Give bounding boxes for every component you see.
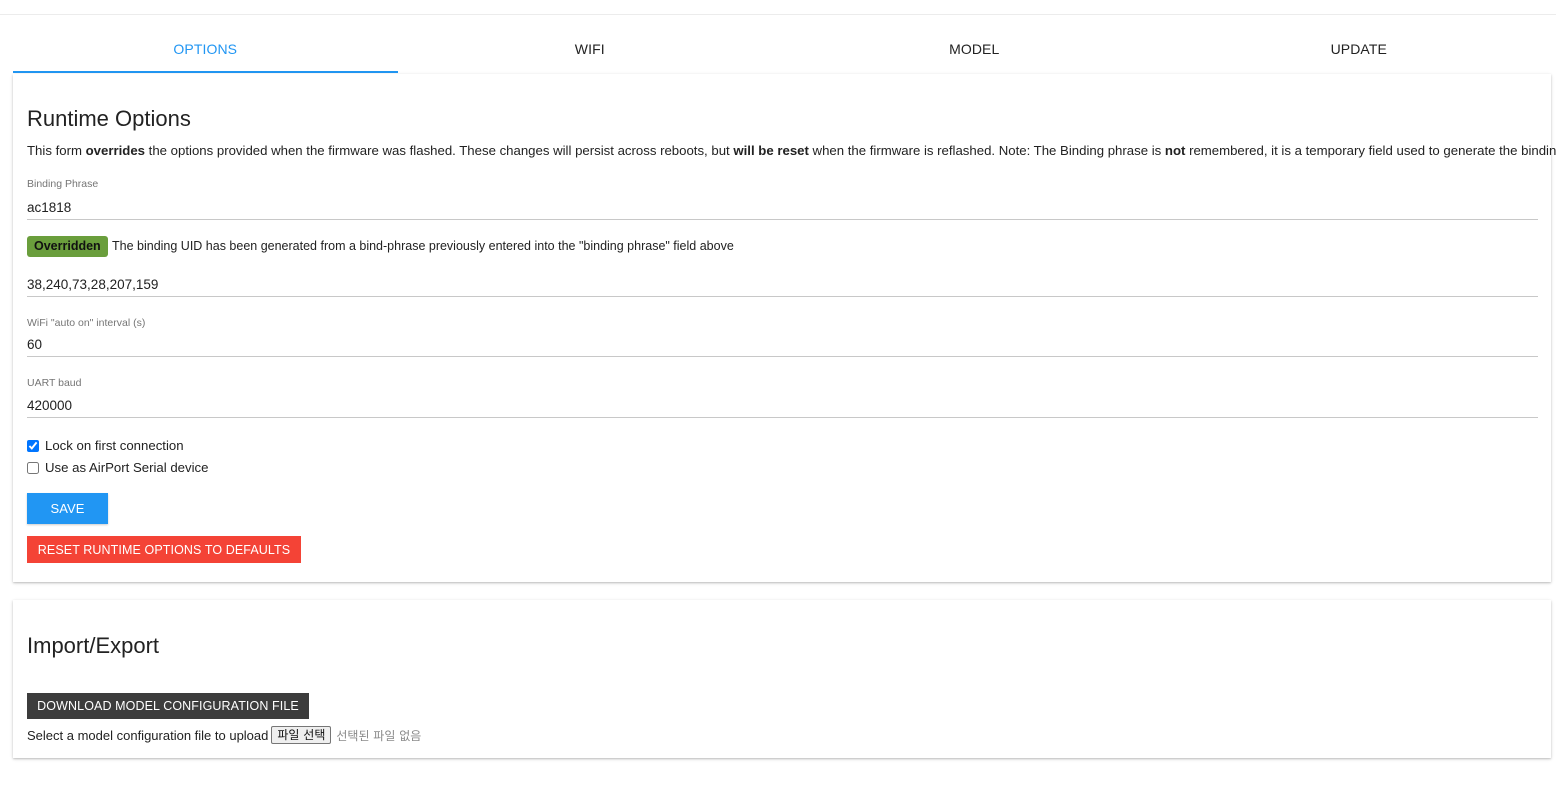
- tab-options[interactable]: OPTIONS: [13, 27, 398, 73]
- tab-wifi[interactable]: WIFI: [398, 27, 783, 73]
- lock-on-first-connection-checkbox[interactable]: [27, 439, 39, 452]
- runtime-options-card: Runtime Options This form overrides the …: [13, 74, 1556, 582]
- choose-file-button[interactable]: 파일 선택: [271, 726, 332, 744]
- upload-label: Select a model configuration file to upl…: [27, 727, 269, 743]
- wifi-interval-input[interactable]: [27, 332, 1538, 357]
- top-divider: [0, 14, 1556, 15]
- binding-phrase-label: Binding Phrase: [27, 178, 99, 190]
- binding-uid-input[interactable]: [27, 272, 1538, 297]
- lock-on-first-connection-row[interactable]: Lock on first connection: [27, 438, 184, 453]
- file-status: 선택된 파일 없음: [336, 728, 422, 743]
- tab-bar: OPTIONS WIFI MODEL UPDATE: [13, 27, 1551, 73]
- runtime-options-description: This form overrides the options provided…: [27, 143, 1556, 158]
- download-config-button[interactable]: DOWNLOAD MODEL CONFIGURATION FILE: [27, 693, 309, 719]
- wifi-interval-label: WiFi "auto on" interval (s): [27, 317, 146, 329]
- lock-on-first-connection-label: Lock on first connection: [45, 438, 184, 453]
- upload-row: Select a model configuration file to upl…: [27, 726, 421, 744]
- overridden-badge: Overridden: [27, 236, 108, 257]
- uart-baud-label: UART baud: [27, 377, 82, 389]
- reset-defaults-button[interactable]: RESET RUNTIME OPTIONS TO DEFAULTS: [27, 536, 301, 563]
- airport-serial-checkbox[interactable]: [27, 461, 39, 474]
- binding-uid-note: The binding UID has been generated from …: [112, 239, 734, 253]
- save-button[interactable]: SAVE: [27, 493, 108, 524]
- runtime-options-title: Runtime Options: [27, 106, 191, 131]
- tab-update[interactable]: UPDATE: [1167, 27, 1552, 73]
- import-export-title: Import/Export: [27, 633, 160, 658]
- import-export-card: Import/Export DOWNLOAD MODEL CONFIGURATI…: [13, 600, 1551, 758]
- tab-model[interactable]: MODEL: [782, 27, 1167, 73]
- uart-baud-input[interactable]: [27, 393, 1538, 418]
- airport-serial-row[interactable]: Use as AirPort Serial device: [27, 460, 208, 475]
- binding-phrase-input[interactable]: [27, 195, 1538, 220]
- airport-serial-label: Use as AirPort Serial device: [45, 460, 209, 475]
